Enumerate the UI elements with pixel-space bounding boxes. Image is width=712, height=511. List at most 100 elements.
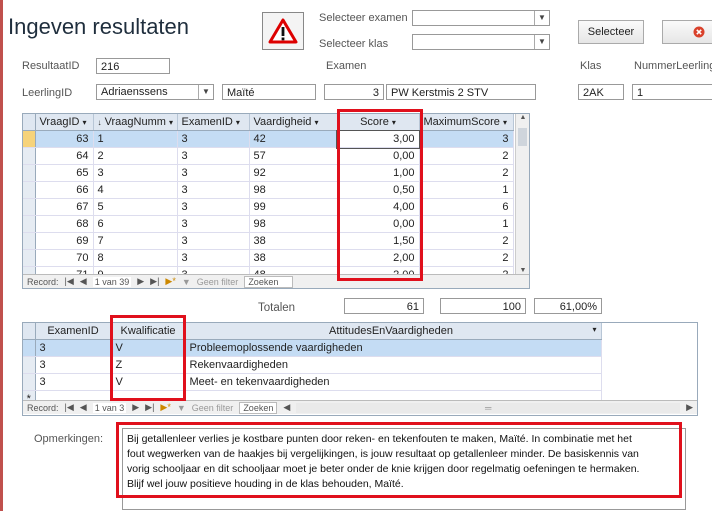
warning-button[interactable] — [262, 12, 304, 50]
close-form-button[interactable] — [662, 20, 712, 44]
scroll-thumb[interactable] — [518, 128, 527, 146]
nav-next-icon[interactable]: ▶ — [132, 402, 139, 413]
col-vraagnummer[interactable]: ↓ VraagNumm ▾ — [93, 114, 178, 131]
col-attitudes[interactable]: AttitudesEnVaardigheden ▾ — [185, 323, 602, 340]
total-max-field[interactable]: 100 — [440, 298, 526, 314]
cell-examenid[interactable]: 3 — [177, 249, 250, 267]
row-selector[interactable] — [23, 356, 36, 374]
select-exam-combo[interactable]: ▼ — [412, 10, 550, 26]
table-row[interactable]: 70 8 3 38 2,00 2 — [23, 249, 514, 267]
select-button[interactable]: Selecteer — [578, 20, 644, 44]
voornaam-field[interactable]: Maïté — [222, 84, 316, 100]
row-selector[interactable] — [23, 181, 36, 199]
examen-naam-field[interactable]: PW Kerstmis 2 STV — [386, 84, 536, 100]
cell-vraagid[interactable]: 68 — [35, 215, 94, 233]
scroll-up-icon[interactable]: ▲ — [516, 114, 529, 121]
cell-vaardigheid[interactable]: 98 — [249, 181, 338, 199]
cell-vraagid[interactable]: 67 — [35, 198, 94, 216]
select-all-cell[interactable] — [23, 323, 36, 340]
klas-field[interactable]: 2AK — [578, 84, 624, 100]
nav-first-icon[interactable]: |◀ — [65, 402, 74, 413]
cell-examenid[interactable]: 3 — [177, 215, 250, 233]
cell-examenid[interactable]: 3 — [177, 164, 250, 182]
cell-maximumscore[interactable]: 1 — [419, 215, 514, 233]
nav-filter[interactable]: Geen filter — [197, 277, 239, 287]
cell-vaardigheid[interactable]: 38 — [249, 249, 338, 267]
row-selector[interactable] — [23, 164, 36, 182]
row-selector[interactable] — [23, 215, 36, 233]
cell-vraagid[interactable]: 63 — [35, 130, 94, 148]
scroll-left-icon[interactable]: ◀ — [283, 402, 290, 413]
nav-position[interactable]: 1 van 3 — [92, 402, 127, 413]
cell-vaardigheid[interactable]: 38 — [249, 232, 338, 250]
chevron-down-icon[interactable]: ▼ — [534, 35, 549, 49]
row-selector[interactable] — [23, 130, 36, 148]
nav-search[interactable]: Zoeken — [244, 275, 294, 288]
table-row[interactable]: 65 3 3 92 1,00 2 — [23, 164, 514, 182]
row-selector[interactable] — [23, 249, 36, 267]
cell-maximumscore[interactable]: 2 — [419, 249, 514, 267]
nav-prev-icon[interactable]: ◀ — [80, 402, 87, 413]
chevron-down-icon[interactable]: ▼ — [198, 85, 213, 99]
cell-maximumscore[interactable]: 1 — [419, 181, 514, 199]
row-selector[interactable] — [23, 339, 36, 357]
nav-filter[interactable]: Geen filter — [192, 403, 234, 413]
cell-vaardigheid[interactable]: 99 — [249, 198, 338, 216]
cell-vaardigheid[interactable]: 98 — [249, 215, 338, 233]
nav-search[interactable]: Zoeken — [239, 401, 278, 414]
cell-maximumscore[interactable]: 3 — [419, 130, 514, 148]
cell-maximumscore[interactable]: 6 — [419, 198, 514, 216]
cell-vaardigheid[interactable]: 57 — [249, 147, 338, 165]
table-row[interactable]: 67 5 3 99 4,00 6 — [23, 198, 514, 216]
col-maximumscore[interactable]: MaximumScore ▾ — [419, 114, 514, 131]
cell-vaardigheid[interactable]: 42 — [249, 130, 338, 148]
row-selector[interactable] — [23, 232, 36, 250]
table-row[interactable]: 63 1 3 42 3,00 3 — [23, 129, 514, 149]
select-class-combo[interactable]: ▼ — [412, 34, 550, 50]
cell-vraagid[interactable]: 69 — [35, 232, 94, 250]
resultaat-field[interactable]: 216 — [96, 58, 170, 74]
table-row[interactable]: 64 2 3 57 0,00 2 — [23, 147, 514, 165]
cell-vraagnummer[interactable]: 8 — [93, 249, 178, 267]
cell-vraagnummer[interactable]: 2 — [93, 147, 178, 165]
leerling-combo[interactable]: Adriaenssens ▼ — [96, 84, 214, 100]
nav-prev-icon[interactable]: ◀ — [80, 276, 87, 287]
cell-examenid[interactable]: 3 — [177, 232, 250, 250]
nav-last-icon[interactable]: ▶| — [145, 402, 154, 413]
chevron-down-icon[interactable]: ▼ — [534, 11, 549, 25]
examen-nr-field[interactable]: 3 — [324, 84, 384, 100]
horizontal-scrollbar[interactable]: ═ — [296, 402, 681, 413]
nav-first-icon[interactable]: |◀ — [65, 276, 74, 287]
cell-examenid[interactable]: 3 — [177, 130, 250, 148]
cell-maximumscore[interactable]: 2 — [419, 232, 514, 250]
cell-vraagnummer[interactable]: 7 — [93, 232, 178, 250]
total-score-field[interactable]: 61 — [344, 298, 424, 314]
row-selector[interactable] — [23, 147, 36, 165]
col-vraagid[interactable]: VraagID ▾ — [35, 114, 94, 131]
cell-vraagid[interactable]: 64 — [35, 147, 94, 165]
cell-vraagnummer[interactable]: 4 — [93, 181, 178, 199]
table-row[interactable]: 68 6 3 98 0,00 1 — [23, 215, 514, 233]
nav-new-icon[interactable]: ▶* — [160, 402, 170, 413]
cell-attitudes[interactable]: Meet- en tekenvaardigheden — [185, 373, 602, 391]
cell-examenid[interactable]: 3 — [35, 373, 112, 391]
scroll-down-icon[interactable]: ▼ — [516, 267, 529, 274]
col-examenid[interactable]: ExamenID — [35, 323, 112, 340]
cell-examenid[interactable]: 3 — [177, 147, 250, 165]
cell-examenid[interactable]: 3 — [177, 198, 250, 216]
cell-vraagnummer[interactable]: 6 — [93, 215, 178, 233]
cell-vraagnummer[interactable]: 5 — [93, 198, 178, 216]
col-examenid[interactable]: ExamenID ▾ — [177, 114, 250, 131]
row-selector[interactable] — [23, 198, 36, 216]
cell-vaardigheid[interactable]: 92 — [249, 164, 338, 182]
cell-vraagnummer[interactable]: 1 — [93, 130, 178, 148]
cell-maximumscore[interactable]: 2 — [419, 164, 514, 182]
cell-attitudes[interactable]: Rekenvaardigheden — [185, 356, 602, 374]
cell-vraagid[interactable]: 70 — [35, 249, 94, 267]
scores-scrollbar[interactable]: ▲ ▼ — [515, 114, 529, 274]
total-percent-field[interactable]: 61,00% — [534, 298, 602, 314]
nav-last-icon[interactable]: ▶| — [150, 276, 159, 287]
cell-examenid[interactable]: 3 — [177, 181, 250, 199]
nav-next-icon[interactable]: ▶ — [137, 276, 144, 287]
cell-vraagid[interactable]: 65 — [35, 164, 94, 182]
